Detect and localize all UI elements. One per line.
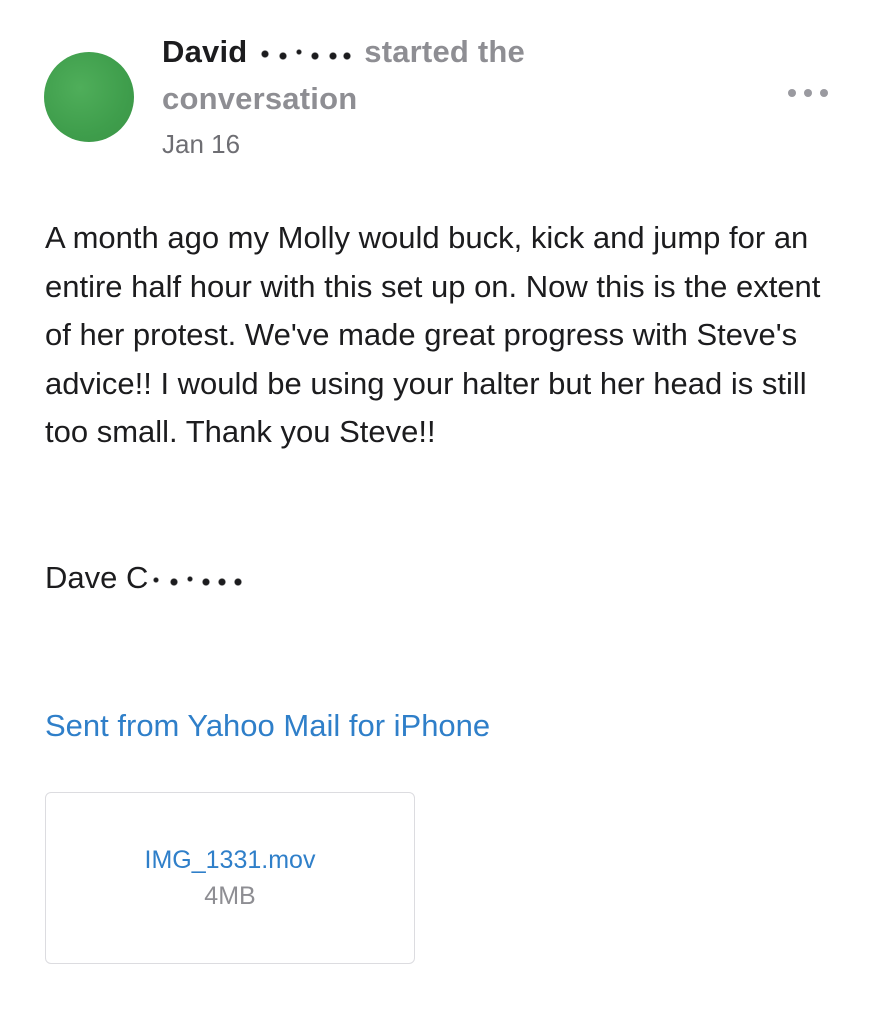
attachment-size: 4MB	[204, 882, 256, 910]
attachment-filename[interactable]: IMG_1331.mov	[145, 842, 316, 878]
more-options-button[interactable]	[788, 78, 828, 108]
author-name[interactable]: David	[162, 34, 247, 69]
signature-name: Dave C	[45, 560, 149, 595]
signature: Dave C	[45, 554, 246, 603]
ellipsis-icon	[804, 89, 812, 97]
ellipsis-icon	[820, 89, 828, 97]
ellipsis-icon	[788, 89, 796, 97]
avatar[interactable]	[44, 52, 134, 142]
author-line: David started the conversation	[162, 28, 642, 122]
post-header: David started the conversation Jan 16	[44, 28, 844, 178]
post-body: A month ago my Molly would buck, kick an…	[45, 220, 821, 449]
post-date: Jan 16	[162, 129, 241, 159]
redacted-signature	[150, 573, 246, 586]
redacted-surname	[255, 46, 356, 61]
sent-from-link[interactable]: Sent from Yahoo Mail for iPhone	[45, 703, 490, 748]
attachment-card[interactable]: IMG_1331.mov 4MB	[45, 792, 415, 964]
